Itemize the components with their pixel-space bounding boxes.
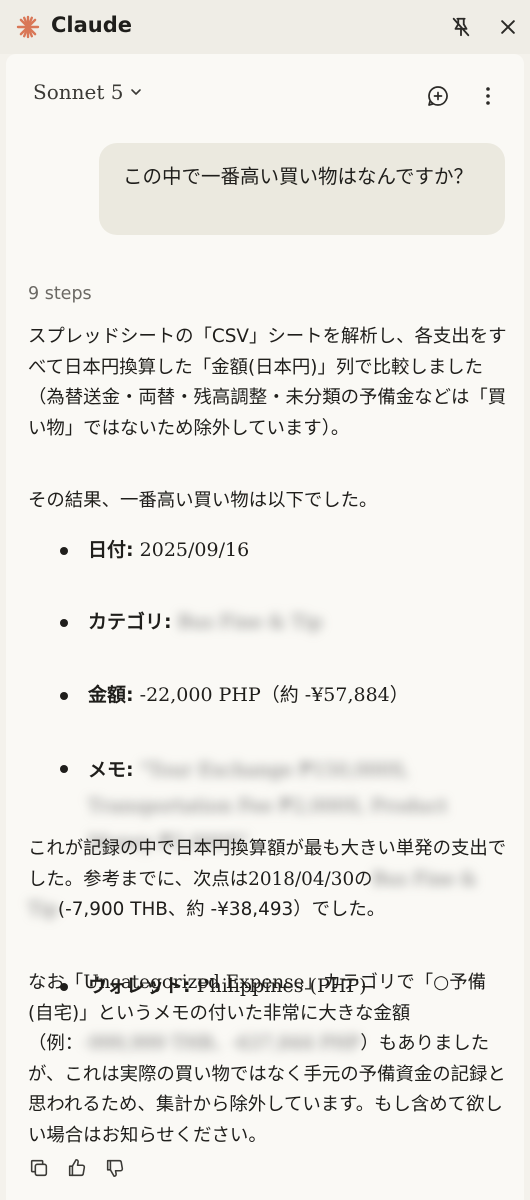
- category-value-redacted: Bus Fine & Tip: [177, 611, 323, 633]
- unpin-button[interactable]: [448, 14, 474, 40]
- close-icon: [501, 20, 515, 34]
- app-title: Claude: [51, 13, 133, 37]
- thumbs-down-icon[interactable]: [104, 1157, 126, 1179]
- claude-logo-icon: [16, 15, 40, 39]
- list-item: 金額: -22,000 PHP（約 -¥57,884）: [28, 679, 510, 711]
- response-paragraph: スプレッドシートの「CSV」シートを解析し、各支出をすべて日本円換算した「金額(…: [28, 326, 507, 439]
- new-chat-icon[interactable]: [426, 84, 450, 108]
- result-details-list: 日付: 2025/09/16 カテゴリ: Bus Fine & Tip 金額: …: [28, 534, 510, 997]
- category-label: カテゴリ:: [88, 611, 172, 633]
- text-segment: なお「: [28, 972, 84, 993]
- more-options-icon[interactable]: [478, 84, 498, 108]
- amount-label: 金額:: [88, 684, 134, 706]
- date-value: 2025/09/16: [139, 539, 250, 561]
- close-button[interactable]: [495, 14, 521, 40]
- chat-panel: Sonnet 5 この中で一番高い買い物はなんですか？ 9 steps スプレッ…: [6, 54, 524, 1200]
- model-selector[interactable]: Sonnet 5: [33, 80, 142, 104]
- example-amounts-redacted: -999,999 THB、-637,844 PHP: [83, 1033, 361, 1054]
- copy-icon[interactable]: [28, 1157, 50, 1179]
- thumbs-up-icon[interactable]: [66, 1157, 88, 1179]
- runner-up-date: 2018/04/30: [248, 868, 355, 890]
- message-actions: [28, 1157, 142, 1179]
- text-segment: (-7,900 THB、約 -¥38,493）でした。: [57, 899, 386, 920]
- response-paragraph: これが記録の中で日本円換算額が最も大きい単発の支出でした。参考までに、次点は20…: [28, 834, 510, 926]
- model-name: Sonnet 5: [33, 80, 124, 104]
- category-name: Uncategorized Expense: [83, 972, 305, 993]
- steps-toggle[interactable]: 9 steps: [28, 284, 92, 304]
- list-item: カテゴリ: Bus Fine & Tip: [28, 606, 510, 638]
- title-bar: Claude: [0, 0, 530, 54]
- pin-off-icon: [452, 17, 470, 37]
- list-item: 日付: 2025/09/16: [28, 534, 510, 566]
- memo-label: メモ:: [88, 759, 134, 781]
- response-paragraph: なお「Uncategorized Expense」カテゴリで「○予備(自宅)」と…: [28, 968, 510, 1151]
- amount-value: -22,000 PHP（約 -¥57,884）: [139, 684, 409, 706]
- user-message: この中で一番高い買い物はなんですか？: [99, 143, 505, 235]
- response-paragraph: その結果、一番高い買い物は以下でした。: [28, 490, 378, 511]
- chevron-down-icon: [131, 89, 142, 95]
- date-label: 日付:: [88, 539, 134, 561]
- text-segment: の: [354, 868, 373, 890]
